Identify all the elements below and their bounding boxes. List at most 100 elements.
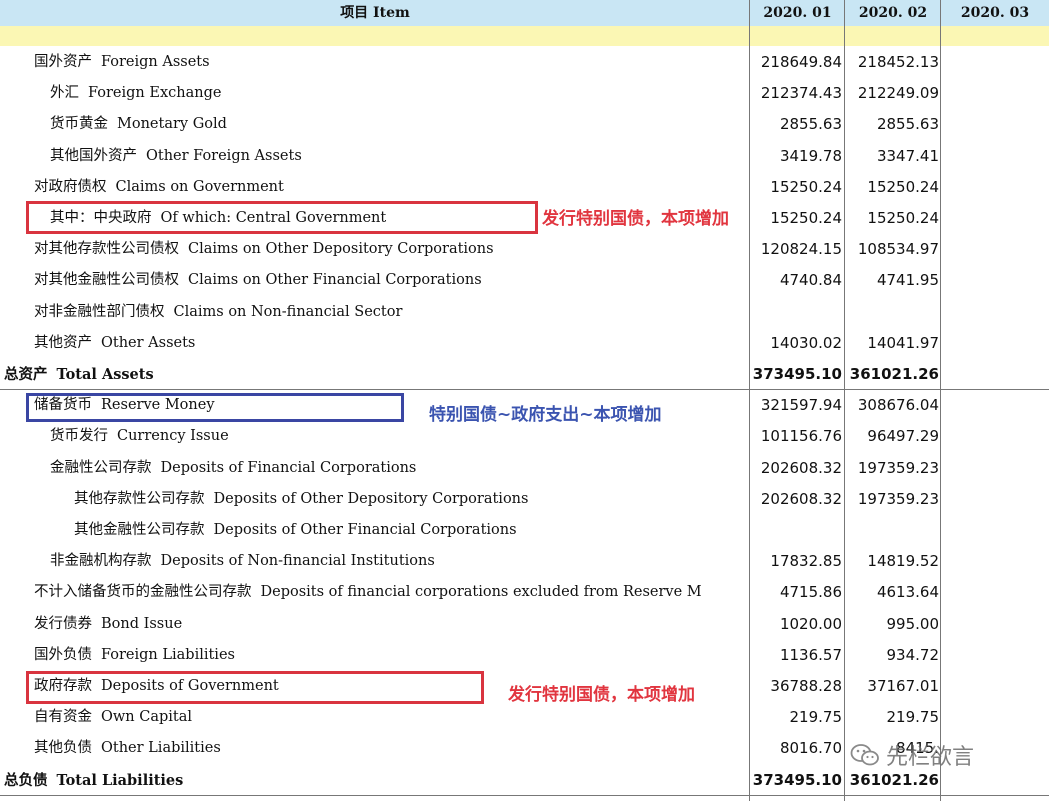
table-row: 其他金融性公司存款 Deposits of Other Financial Cor… xyxy=(0,515,1049,546)
total-row: 总资产 Total Assets 373495.10 361021.26 xyxy=(0,359,1049,390)
row-label-zh: 对其他金融性公司债权 xyxy=(34,272,179,289)
row-label-en: Claims on Other Depository Corporations xyxy=(188,241,494,258)
row-label-en: Foreign Liabilities xyxy=(101,646,235,663)
row-label-zh: 货币黄金 xyxy=(50,116,108,133)
header-col-2020-03: 2020. 03 xyxy=(960,5,1030,21)
highlight-box-central-government xyxy=(26,201,538,234)
row-label-zh: 对政府债权 xyxy=(34,178,107,195)
row-label-en: Currency Issue xyxy=(117,428,229,445)
table-row: 对非金融性部门债权 Claims on Non-financial Sector xyxy=(0,297,1049,328)
header-item: 项目 Item xyxy=(340,5,410,21)
row-label: 不计入储备货币的金融性公司存款 Deposits of financial cor… xyxy=(34,577,702,608)
row-label-zh: 对非金融性部门债权 xyxy=(34,303,165,320)
value-2020-01: 1020.00 xyxy=(779,614,842,633)
row-label: 其他国外资产 Other Foreign Assets xyxy=(50,141,302,172)
value-2020-02: 15250.24 xyxy=(867,209,939,227)
row-label-zh: 其他国外资产 xyxy=(50,147,137,164)
row-label-en: Deposits of Other Depository Corporation… xyxy=(213,490,529,507)
row-label: 对其他存款性公司债权 Claims on Other Depository Cor… xyxy=(34,234,494,265)
value-2020-01: 14030.02 xyxy=(770,333,842,352)
value-2020-02 xyxy=(845,297,939,328)
value-2020-02: 995.00 xyxy=(886,614,940,633)
value-2020-02: 2855.63 xyxy=(876,115,939,134)
row-label: 其他负债 Other Liabilities xyxy=(34,733,221,764)
value-2020-01: 202608.32 xyxy=(760,489,842,508)
row-label-en: Claims on Government xyxy=(115,178,284,195)
watermark-text: 先栏欲言 xyxy=(886,745,975,770)
row-label-zh: 其他资产 xyxy=(34,334,92,351)
table-row: 发行债券 Bond Issue 1020.00 995.00 xyxy=(0,609,1049,640)
value-2020-02: 197359.23 xyxy=(857,458,939,477)
row-label: 总负债 Total Liabilities xyxy=(4,765,183,796)
value-2020-02: 197359.23 xyxy=(857,489,939,508)
value-2020-01: 15250.24 xyxy=(770,209,842,227)
value-2020-01: 219.75 xyxy=(789,708,843,727)
annotation-reserve-money: 特别国债~政府支出~本项增加 xyxy=(429,405,662,425)
highlight-box-reserve-money xyxy=(26,393,404,422)
table-row: 国外资产 Foreign Assets 218649.84 218452.13 xyxy=(0,47,1049,78)
row-label-en: Deposits of Financial Corporations xyxy=(160,459,417,476)
row-label-en: Deposits of Other Financial Corporations xyxy=(213,522,517,538)
value-2020-01 xyxy=(750,297,842,328)
annotation-central-government: 发行特别国债，本项增加 xyxy=(542,209,729,229)
row-label-zh: 发行债券 xyxy=(34,615,92,632)
value-2020-02: 3347.41 xyxy=(876,146,939,165)
row-label: 非金融机构存款 Deposits of Non-financial Institu… xyxy=(50,546,435,577)
table-row: 货币黄金 Monetary Gold 2855.63 2855.63 xyxy=(0,109,1049,140)
row-label-en: Foreign Assets xyxy=(101,54,210,70)
value-2020-01: 321597.94 xyxy=(760,396,842,415)
table-row: 外汇 Foreign Exchange 212374.43 212249.09 xyxy=(0,78,1049,109)
watermark: 先栏欲言 xyxy=(850,738,1040,772)
row-label-en: Other Foreign Assets xyxy=(146,147,302,164)
row-label-zh: 不计入储备货币的金融性公司存款 xyxy=(34,584,252,601)
value-2020-01: 202608.32 xyxy=(760,458,842,477)
value-2020-02: 4613.64 xyxy=(876,583,939,602)
row-label: 发行债券 Bond Issue xyxy=(34,609,182,640)
row-label-en: Monetary Gold xyxy=(117,116,227,133)
row-label: 对其他金融性公司债权 Claims on Other Financial Corp… xyxy=(34,265,482,296)
table-header: 项目 Item 2020. 01 2020. 02 2020. 03 xyxy=(0,0,1049,27)
row-label: 其他金融性公司存款 Deposits of Other Financial Cor… xyxy=(74,515,517,546)
value-2020-01: 1136.57 xyxy=(779,645,842,664)
annotation-government-deposits: 发行特别国债，本项增加 xyxy=(508,685,695,705)
table-row: 货币发行 Currency Issue 101156.76 96497.29 xyxy=(0,421,1049,452)
value-2020-02: 15250.24 xyxy=(867,177,939,196)
value-2020-02: 37167.01 xyxy=(867,677,939,695)
table-row: 对其他存款性公司债权 Claims on Other Depository Cor… xyxy=(0,234,1049,265)
value-2020-02: 108534.97 xyxy=(857,240,939,259)
value-2020-02: 14041.97 xyxy=(867,333,939,352)
row-label-en: Deposits of financial corporations exclu… xyxy=(260,584,702,601)
row-label-zh: 外汇 xyxy=(50,85,79,102)
row-label-zh: 总资产 xyxy=(4,367,48,383)
value-2020-01: 120824.15 xyxy=(760,240,842,259)
row-label-en: Other Assets xyxy=(101,334,196,351)
value-2020-01: 3419.78 xyxy=(779,146,842,165)
row-label: 国外负债 Foreign Liabilities xyxy=(34,640,235,671)
value-2020-01: 373495.10 xyxy=(752,770,842,789)
table-row: 对其他金融性公司债权 Claims on Other Financial Corp… xyxy=(0,265,1049,296)
value-2020-02: 218452.13 xyxy=(857,53,939,71)
balance-sheet: 项目 Item 2020. 01 2020. 02 2020. 03 国外资产 F… xyxy=(0,0,1049,801)
row-label-en: Claims on Non-financial Sector xyxy=(173,303,403,320)
row-label: 对非金融性部门债权 Claims on Non-financial Sector xyxy=(34,297,402,328)
value-2020-02: 361021.26 xyxy=(849,365,939,383)
row-label-en: Total Liabilities xyxy=(56,771,184,789)
row-label-zh: 其他负债 xyxy=(34,740,92,757)
value-2020-02 xyxy=(845,515,939,546)
row-label-en: Foreign Exchange xyxy=(88,85,222,102)
row-label-zh: 货币发行 xyxy=(50,428,108,445)
table-row: 国外负债 Foreign Liabilities 1136.57 934.72 xyxy=(0,640,1049,671)
row-label-en: Claims on Other Financial Corporations xyxy=(188,272,482,289)
row-label-en: Bond Issue xyxy=(101,615,183,632)
row-label-en: Deposits of Non-financial Institutions xyxy=(160,553,435,570)
table-row: 自有资金 Own Capital 219.75 219.75 xyxy=(0,702,1049,733)
row-label: 外汇 Foreign Exchange xyxy=(50,78,221,109)
value-2020-01: 17832.85 xyxy=(770,552,842,571)
row-label-en: Other Liabilities xyxy=(101,740,221,757)
value-2020-02: 4741.95 xyxy=(876,271,939,290)
header-col-2020-02: 2020. 02 xyxy=(858,5,928,21)
row-label-zh: 国外资产 xyxy=(34,54,92,70)
row-label: 其他存款性公司存款 Deposits of Other Depository Co… xyxy=(74,484,528,515)
row-label-zh: 金融性公司存款 xyxy=(50,459,152,476)
row-label-en: Total Assets xyxy=(56,366,154,383)
